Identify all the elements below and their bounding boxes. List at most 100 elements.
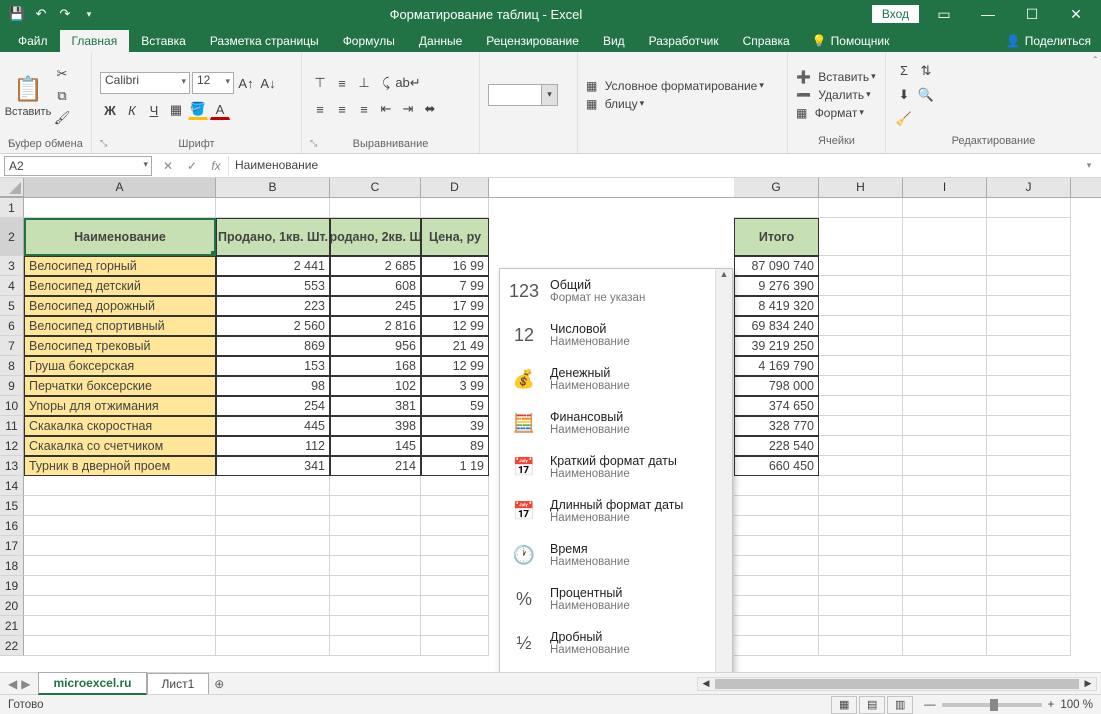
cell[interactable]: 254 <box>216 396 330 416</box>
cell[interactable]: 3 99 <box>421 376 489 396</box>
cell[interactable]: 59 <box>421 396 489 416</box>
tab-insert[interactable]: Вставка <box>129 30 198 52</box>
numfmt-item[interactable]: 10²ЭкспоненциальныйНаименование <box>500 665 732 672</box>
cancel-icon[interactable]: ✕ <box>156 159 180 173</box>
cell[interactable]: 153 <box>216 356 330 376</box>
col-header[interactable]: C <box>330 178 421 197</box>
font-launcher-icon[interactable]: ⤡ <box>100 138 293 149</box>
cell[interactable]: 223 <box>216 296 330 316</box>
col-header[interactable]: D <box>421 178 489 197</box>
numfmt-item[interactable]: 🧮ФинансовыйНаименование <box>500 401 732 445</box>
cell[interactable]: 2 441 <box>216 256 330 276</box>
fmt-painter-icon[interactable]: 🖌 <box>52 108 72 128</box>
cell[interactable]: Велосипед спортивный <box>24 316 216 336</box>
cell[interactable]: 9 276 390 <box>734 276 819 296</box>
cell[interactable]: 214 <box>330 456 421 476</box>
row-header[interactable]: 8 <box>0 356 24 376</box>
row-header[interactable]: 12 <box>0 436 24 456</box>
numfmt-item[interactable]: 123ОбщийФормат не указан <box>500 269 732 313</box>
numfmt-item[interactable]: 🕐ВремяНаименование <box>500 533 732 577</box>
cell[interactable]: 2 560 <box>216 316 330 336</box>
align-top-icon[interactable]: ⊤ <box>310 73 330 93</box>
numfmt-item[interactable]: 💰ДенежныйНаименование <box>500 357 732 401</box>
paste-button[interactable]: 📋 Вставить <box>8 75 48 118</box>
cell[interactable]: Итого <box>734 218 819 256</box>
formula-input[interactable]: Наименование <box>228 156 1077 176</box>
sheet-tab[interactable]: microexcel.ru <box>38 672 146 695</box>
row-header[interactable]: 2 <box>0 218 24 256</box>
cell[interactable]: Упоры для отжимания <box>24 396 216 416</box>
wrap-text-icon[interactable]: ab↵ <box>398 73 418 93</box>
numfmt-dropdown-icon[interactable]: ▾ <box>541 85 557 105</box>
font-name-combo[interactable]: Calibri <box>100 72 190 94</box>
cell[interactable]: 445 <box>216 416 330 436</box>
dropdown-scrollbar[interactable]: ▲ ▼ <box>715 269 732 672</box>
cell[interactable]: Велосипед трековый <box>24 336 216 356</box>
align-launcher-icon[interactable]: ⤡ <box>310 138 471 149</box>
tab-formulas[interactable]: Формулы <box>331 30 407 52</box>
name-box[interactable]: A2 <box>4 156 152 176</box>
cell[interactable]: 1 19 <box>421 456 489 476</box>
expand-fbar-icon[interactable]: ▾ <box>1077 160 1101 171</box>
cell[interactable]: Груша боксерская <box>24 356 216 376</box>
row-header[interactable]: 11 <box>0 416 24 436</box>
row-header[interactable]: 18 <box>0 556 24 576</box>
tab-view[interactable]: Вид <box>591 30 637 52</box>
tab-page-layout[interactable]: Разметка страницы <box>198 30 331 52</box>
row-header[interactable]: 3 <box>0 256 24 276</box>
cell[interactable]: 112 <box>216 436 330 456</box>
row-header[interactable]: 20 <box>0 596 24 616</box>
cell[interactable]: 12 99 <box>421 316 489 336</box>
col-header[interactable]: J <box>987 178 1071 197</box>
cell[interactable]: 21 49 <box>421 336 489 356</box>
delete-cells-button[interactable]: ➖ Удалить▾ <box>796 88 871 102</box>
align-middle-icon[interactable]: ≡ <box>332 73 352 93</box>
shrink-font-icon[interactable]: A↓ <box>258 73 278 93</box>
copy-icon[interactable]: ⧉ <box>52 86 72 106</box>
cond-format-button[interactable]: ▦ Условное форматирование▾ <box>586 79 764 93</box>
cell[interactable]: 2 685 <box>330 256 421 276</box>
cell[interactable]: Турник в дверной проем <box>24 456 216 476</box>
cell[interactable]: 2 816 <box>330 316 421 336</box>
cell[interactable]: Велосипед дорожный <box>24 296 216 316</box>
numfmt-item[interactable]: ½ДробныйНаименование <box>500 621 732 665</box>
tab-data[interactable]: Данные <box>407 30 474 52</box>
cell[interactable]: 8 419 320 <box>734 296 819 316</box>
col-header[interactable]: I <box>903 178 987 197</box>
sheet-tab[interactable]: Лист1 <box>147 673 210 694</box>
grow-font-icon[interactable]: A↑ <box>236 73 256 93</box>
scroll-thumb[interactable] <box>715 679 1079 689</box>
zoom-level[interactable]: 100 % <box>1060 699 1093 711</box>
italic-button[interactable]: К <box>122 100 142 120</box>
cell[interactable]: 660 450 <box>734 456 819 476</box>
align-left-icon[interactable]: ≡ <box>310 99 330 119</box>
cell[interactable]: 608 <box>330 276 421 296</box>
cell[interactable]: 98 <box>216 376 330 396</box>
numfmt-item[interactable]: %ПроцентныйНаименование <box>500 577 732 621</box>
cell[interactable]: Скакалка со счетчиком <box>24 436 216 456</box>
cell[interactable]: 381 <box>330 396 421 416</box>
fill-color-button[interactable]: 🪣 <box>188 100 208 120</box>
cell[interactable]: 4 169 790 <box>734 356 819 376</box>
find-icon[interactable]: 🔍 <box>916 85 936 105</box>
cell[interactable]: 553 <box>216 276 330 296</box>
cell[interactable]: 245 <box>330 296 421 316</box>
enter-icon[interactable]: ✓ <box>180 159 204 173</box>
zoom-in-button[interactable]: + <box>1048 699 1055 711</box>
format-cells-button[interactable]: ▦ Формат▾ <box>796 106 864 120</box>
cut-icon[interactable]: ✂ <box>52 64 72 84</box>
border-button[interactable]: ▦ <box>166 100 186 120</box>
select-all-corner[interactable] <box>0 178 24 197</box>
cell[interactable]: 87 090 740 <box>734 256 819 276</box>
orientation-icon[interactable]: ⤹ <box>376 73 396 93</box>
cell[interactable]: Велосипед детский <box>24 276 216 296</box>
row-header[interactable]: 16 <box>0 516 24 536</box>
sheet-nav-next-icon[interactable]: ▶ <box>21 677 30 691</box>
autosum-icon[interactable]: Σ <box>894 61 914 81</box>
cell[interactable]: 102 <box>330 376 421 396</box>
row-header[interactable]: 17 <box>0 536 24 556</box>
cell[interactable]: Продано, 1кв. Шт. <box>216 218 330 256</box>
tab-home[interactable]: Главная <box>60 30 130 52</box>
underline-button[interactable]: Ч <box>144 100 164 120</box>
sort-filter-icon[interactable]: ⇅ <box>916 61 936 81</box>
